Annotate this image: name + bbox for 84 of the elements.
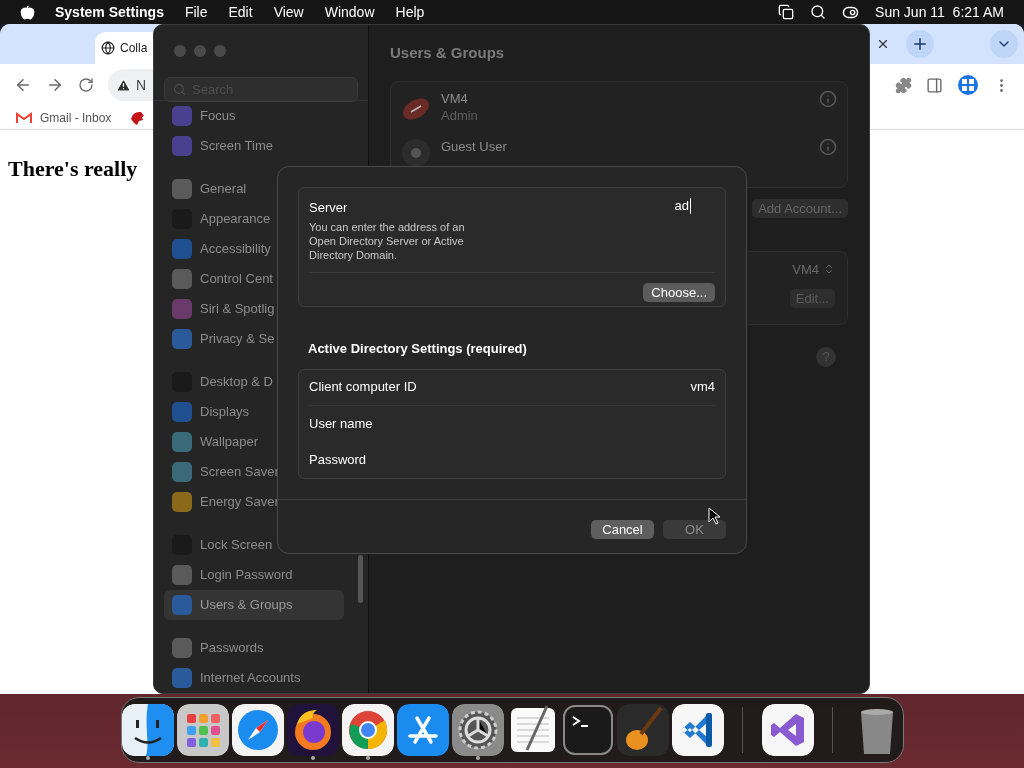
sidebar-label: Screen Saver — [200, 463, 279, 482]
input-field[interactable]: vm4 — [595, 377, 715, 397]
menu-item[interactable]: File — [184, 1, 208, 23]
apple-icon[interactable] — [20, 4, 35, 20]
pointer-icon — [708, 507, 720, 525]
field-label: Password — [309, 450, 367, 469]
fox-globe-icon[interactable] — [287, 704, 339, 756]
extensions-icon[interactable] — [895, 76, 912, 94]
add-account-button[interactable]: Add Account... — [752, 198, 848, 218]
selector-value: VM4 — [792, 260, 819, 279]
forward-icon[interactable] — [46, 76, 64, 94]
sidebar-label: Users & Groups — [200, 596, 293, 615]
sidebar-label: Desktop & D — [200, 373, 273, 392]
mail-icon — [16, 111, 32, 124]
sidebar-label: Internet Accounts — [200, 669, 301, 688]
windows-icon[interactable] — [778, 4, 795, 20]
sidebar-label: Login Password — [200, 566, 293, 585]
compass-icon[interactable] — [232, 704, 284, 756]
sidebar-item[interactable]: Users & Groups — [164, 590, 344, 620]
sidebar-item[interactable]: Internet Accounts — [164, 663, 344, 693]
up-down-icon — [823, 263, 835, 276]
globe-icon — [101, 41, 115, 55]
menu-item[interactable]: Edit — [228, 1, 253, 23]
plus-icon — [911, 35, 929, 53]
reload-icon[interactable] — [78, 77, 94, 93]
sidebar-item[interactable]: Screen Time — [164, 131, 344, 161]
app-menu[interactable]: System Settings — [55, 1, 164, 23]
gear-icon[interactable] — [452, 704, 504, 756]
browser-tab[interactable]: Colla — [95, 32, 153, 64]
animal-head-icon[interactable] — [129, 109, 146, 126]
terminal-icon[interactable] — [562, 704, 614, 756]
grid-window-icon[interactable] — [957, 74, 979, 96]
sidebar-label: Lock Screen — [200, 536, 273, 555]
sidebar-label: Siri & Spotlig — [200, 300, 275, 319]
sidebar-label: Screen Time — [200, 137, 273, 156]
guitar-icon[interactable] — [617, 704, 669, 756]
app-store-icon[interactable] — [397, 704, 449, 756]
new-tab-button[interactable] — [906, 30, 934, 58]
sidebar-item[interactable]: Focus — [164, 101, 344, 131]
app-grid-icon[interactable] — [177, 704, 229, 756]
user-name: Guest User — [441, 137, 508, 155]
sidebar-label: Control Cent — [200, 270, 273, 289]
field-label: User name — [309, 414, 373, 433]
chrome-like-icon[interactable] — [342, 704, 394, 756]
server-label: Server — [309, 199, 349, 217]
user-name: VM4 — [441, 89, 469, 107]
code-editor-icon[interactable] — [672, 704, 724, 756]
scrollbar — [358, 555, 363, 603]
sidebar-label: Accessibility — [200, 240, 271, 259]
dialog-button[interactable]: Cancel — [591, 519, 654, 539]
page-heading: There's really — [8, 156, 138, 181]
sidebar-label: Displays — [200, 403, 250, 422]
face-icon[interactable] — [122, 704, 174, 756]
tab-list-button[interactable] — [990, 30, 1018, 58]
close-icon[interactable] — [876, 37, 890, 51]
warning-icon — [116, 77, 131, 93]
menu-item[interactable]: Help — [395, 1, 425, 23]
field-label: Client computer ID — [309, 378, 417, 397]
sidebar-label: Focus — [200, 107, 236, 126]
bookmark[interactable]: Gmail - Inbox — [40, 108, 112, 127]
clock[interactable]: Sun Jun 11 6:21 AM — [875, 1, 1004, 23]
infinity-icon[interactable] — [761, 704, 814, 756]
search-icon — [173, 83, 186, 96]
sidebar-label: Appearance — [200, 210, 271, 229]
sidebar-label: Privacy & Se — [200, 330, 275, 349]
sidebar-label: Passwords — [200, 639, 264, 658]
menu-item[interactable]: Window — [324, 1, 375, 23]
back-icon[interactable] — [14, 76, 32, 94]
side-panel-icon[interactable] — [926, 76, 943, 94]
input-field[interactable]: ad — [674, 198, 691, 214]
server-description: You can enter the address of an Open Directory Server or Active Directory Domain. — [309, 219, 466, 262]
choose-button[interactable]: Choose... — [643, 282, 715, 302]
user-selector[interactable]: VM4 — [792, 259, 835, 279]
sidebar-item[interactable]: Passwords — [164, 633, 344, 663]
search-icon[interactable] — [810, 4, 827, 20]
section-title: Active Directory Settings (required) — [308, 340, 528, 358]
sidebar-label: Energy Saver — [200, 493, 279, 512]
window-title: Users & Groups — [390, 43, 506, 63]
sidebar-item[interactable]: Login Password — [164, 560, 344, 590]
menu-item[interactable]: View — [273, 1, 304, 23]
address-bar[interactable]: N — [108, 69, 153, 101]
user-role: Admin — [441, 106, 479, 124]
sidebar-label: Wallpaper — [200, 433, 259, 452]
sidebar-label: General — [200, 180, 247, 199]
